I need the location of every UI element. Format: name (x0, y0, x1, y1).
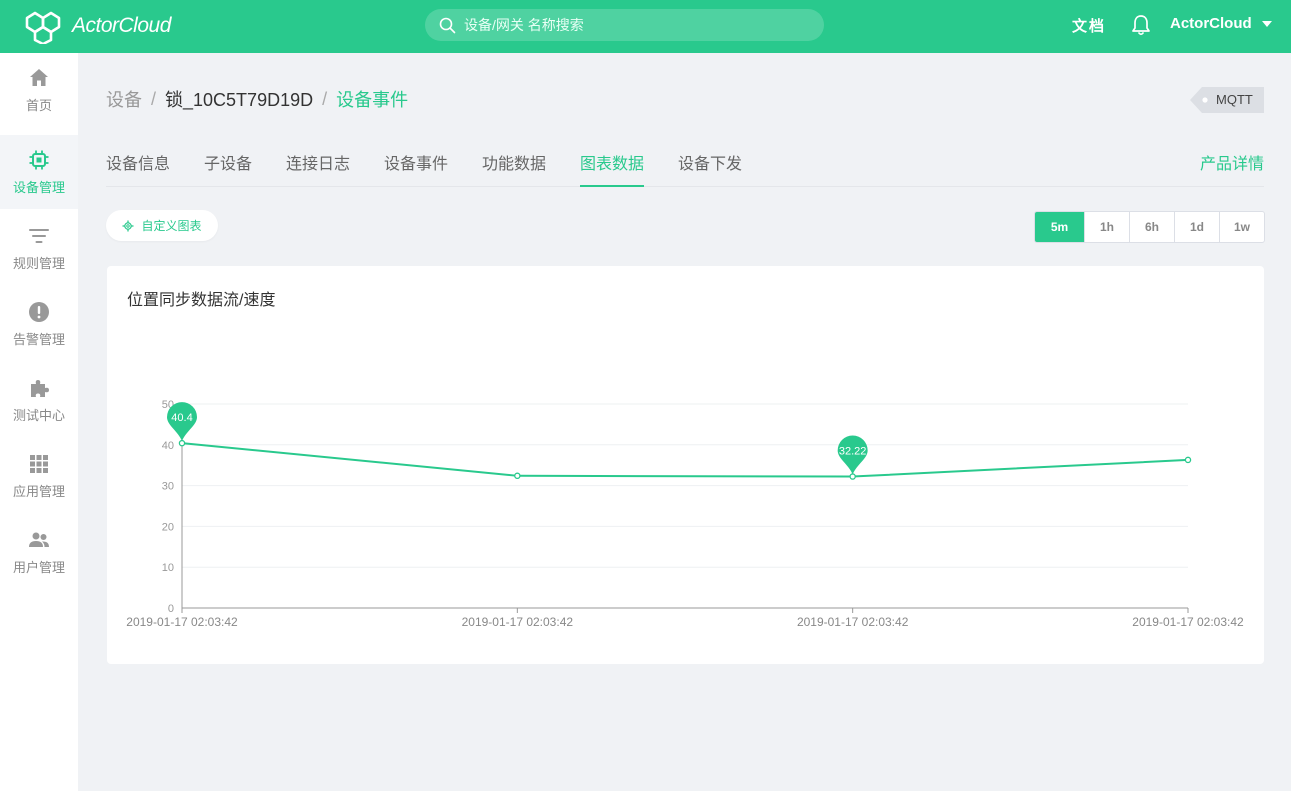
user-menu[interactable]: ActorCloud (1170, 15, 1272, 32)
users-icon (29, 532, 49, 547)
range-1d-button[interactable]: 1d (1174, 212, 1219, 242)
search-input[interactable] (464, 17, 804, 33)
sidebar-item-testing[interactable]: 测试中心 (0, 363, 78, 437)
range-6h-button[interactable]: 6h (1129, 212, 1174, 242)
chevron-down-icon (1261, 20, 1272, 27)
sidebar-item-users[interactable]: 用户管理 (0, 515, 78, 589)
tab-chart-data[interactable]: 图表数据 (580, 150, 645, 187)
logo[interactable]: ActorCloud (18, 6, 178, 46)
alert-icon (29, 301, 49, 322)
custom-chart-button[interactable]: 自定义图表 (106, 210, 218, 241)
range-5m-button[interactable]: 5m (1035, 212, 1084, 242)
top-bar: ActorCloud 文档 ActorCloud (0, 0, 1291, 53)
chart-card: 位置同步数据流/速度 0 10 20 30 40 50 2019-01-17 02:03:4… (107, 266, 1264, 664)
sidebar-item-label: 测试中心 (12, 407, 65, 423)
y-tick-label: 40 (162, 440, 174, 452)
sidebar-item-label: 告警管理 (12, 331, 65, 347)
search-icon (439, 17, 456, 33)
y-tick-label: 10 (162, 562, 174, 574)
puzzle-icon (31, 379, 49, 397)
sidebar-item-label: 应用管理 (12, 483, 65, 499)
y-tick-label: 20 (162, 521, 174, 533)
series-line (181, 442, 1189, 478)
tab-connection-logs[interactable]: 连接日志 (286, 150, 350, 187)
value-marker-label: 32.22 (839, 446, 867, 458)
protocol-tag-label: MQTT (1216, 92, 1253, 107)
custom-chart-label: 自定义图表 (141, 219, 202, 233)
data-point (1184, 456, 1192, 464)
sidebar-item-alerts[interactable]: 告警管理 (0, 287, 78, 361)
time-range-selector: 5m 1h 6h 1d 1w (1034, 211, 1265, 243)
bell-icon[interactable] (1131, 14, 1151, 36)
breadcrumb-current: 设备事件 (336, 90, 409, 110)
x-tick-label: 2019-01-17 02:03:42 (1132, 615, 1244, 629)
y-tick-label: 30 (162, 481, 174, 493)
y-tick-label: 0 (168, 603, 174, 615)
x-tick-label: 2019-01-17 02:03:42 (797, 615, 909, 629)
breadcrumb-separator: / (322, 88, 328, 109)
tab-bar: 设备信息 子设备 连接日志 设备事件 功能数据 图表数据 设备下发 产品详情 (106, 146, 1264, 187)
sidebar-item-home[interactable]: 首页 (0, 53, 78, 127)
sidebar-item-label: 设备管理 (12, 179, 65, 195)
user-name: ActorCloud (1170, 15, 1252, 32)
x-tick-label: 2019-01-17 02:03:42 (126, 615, 238, 629)
sidebar-item-apps[interactable]: 应用管理 (0, 439, 78, 513)
sidebar-item-rules[interactable]: 规则管理 (0, 211, 78, 285)
logo-hexagon-icon (25, 11, 61, 44)
logo-text: ActorCloud (72, 14, 171, 37)
data-point (514, 472, 521, 480)
value-marker-label: 40.4 (171, 412, 192, 424)
breadcrumb-device[interactable]: 锁_10C5T79D19D (165, 86, 313, 112)
sidebar-item-label: 用户管理 (12, 559, 65, 575)
range-1h-button[interactable]: 1h (1084, 212, 1129, 242)
home-icon (30, 68, 48, 86)
sidebar-item-label: 首页 (25, 97, 52, 113)
filter-icon (29, 228, 49, 243)
breadcrumb-root[interactable]: 设备 (106, 86, 142, 112)
search-box[interactable] (425, 9, 824, 41)
product-details-link[interactable]: 产品详情 (1200, 150, 1264, 174)
sidebar-item-devices[interactable]: 设备管理 (0, 135, 78, 209)
chip-icon (29, 150, 49, 169)
breadcrumb-separator: / (151, 88, 157, 109)
protocol-tag: MQTT (1190, 87, 1264, 113)
gear-icon (122, 220, 134, 231)
tab-sub-devices[interactable]: 子设备 (204, 150, 252, 187)
tab-device-events[interactable]: 设备事件 (384, 150, 448, 187)
grid-icon (30, 454, 48, 473)
docs-link[interactable]: 文档 (1072, 15, 1106, 36)
tab-device-info[interactable]: 设备信息 (106, 150, 170, 187)
data-point (849, 473, 856, 480)
line-chart: 010203040502019-01-17 02:03:42 2019-01-17… (126, 399, 1244, 629)
sidebar-item-label: 规则管理 (12, 255, 65, 271)
breadcrumb: 设备 / 锁_10C5T79D19D / 设备事件 (106, 86, 408, 112)
tab-function-data[interactable]: 功能数据 (482, 150, 546, 187)
x-tick-label: 2019-01-17 02:03:42 (462, 615, 574, 629)
tab-device-commands[interactable]: 设备下发 (678, 150, 742, 187)
data-point (178, 439, 186, 447)
sidebar: 首页 设备管理 规则管理 告警管理 测试中心 应用管理 用户管理 (0, 53, 78, 791)
range-1w-button[interactable]: 1w (1219, 212, 1264, 242)
